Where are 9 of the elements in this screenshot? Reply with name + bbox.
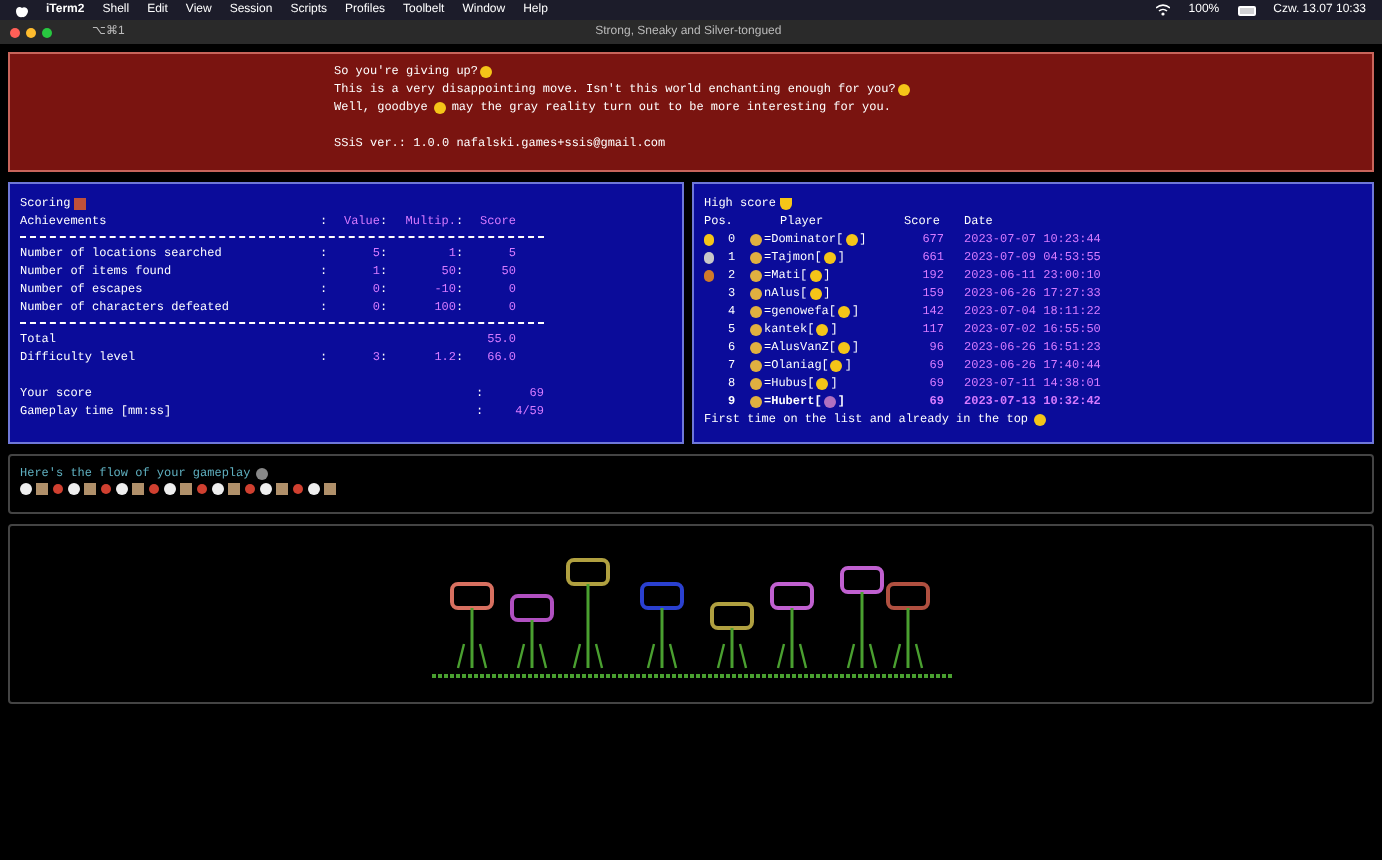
wifi-icon	[1156, 4, 1171, 16]
zoom-button[interactable]	[42, 27, 52, 37]
emoji-icon	[480, 65, 493, 77]
apple-logo-icon	[16, 3, 28, 17]
minimize-button[interactable]	[26, 27, 36, 37]
close-button[interactable]	[10, 27, 20, 37]
trophy-icon	[780, 197, 793, 209]
emoji-icon	[897, 83, 910, 95]
battery-icon	[1237, 5, 1256, 15]
